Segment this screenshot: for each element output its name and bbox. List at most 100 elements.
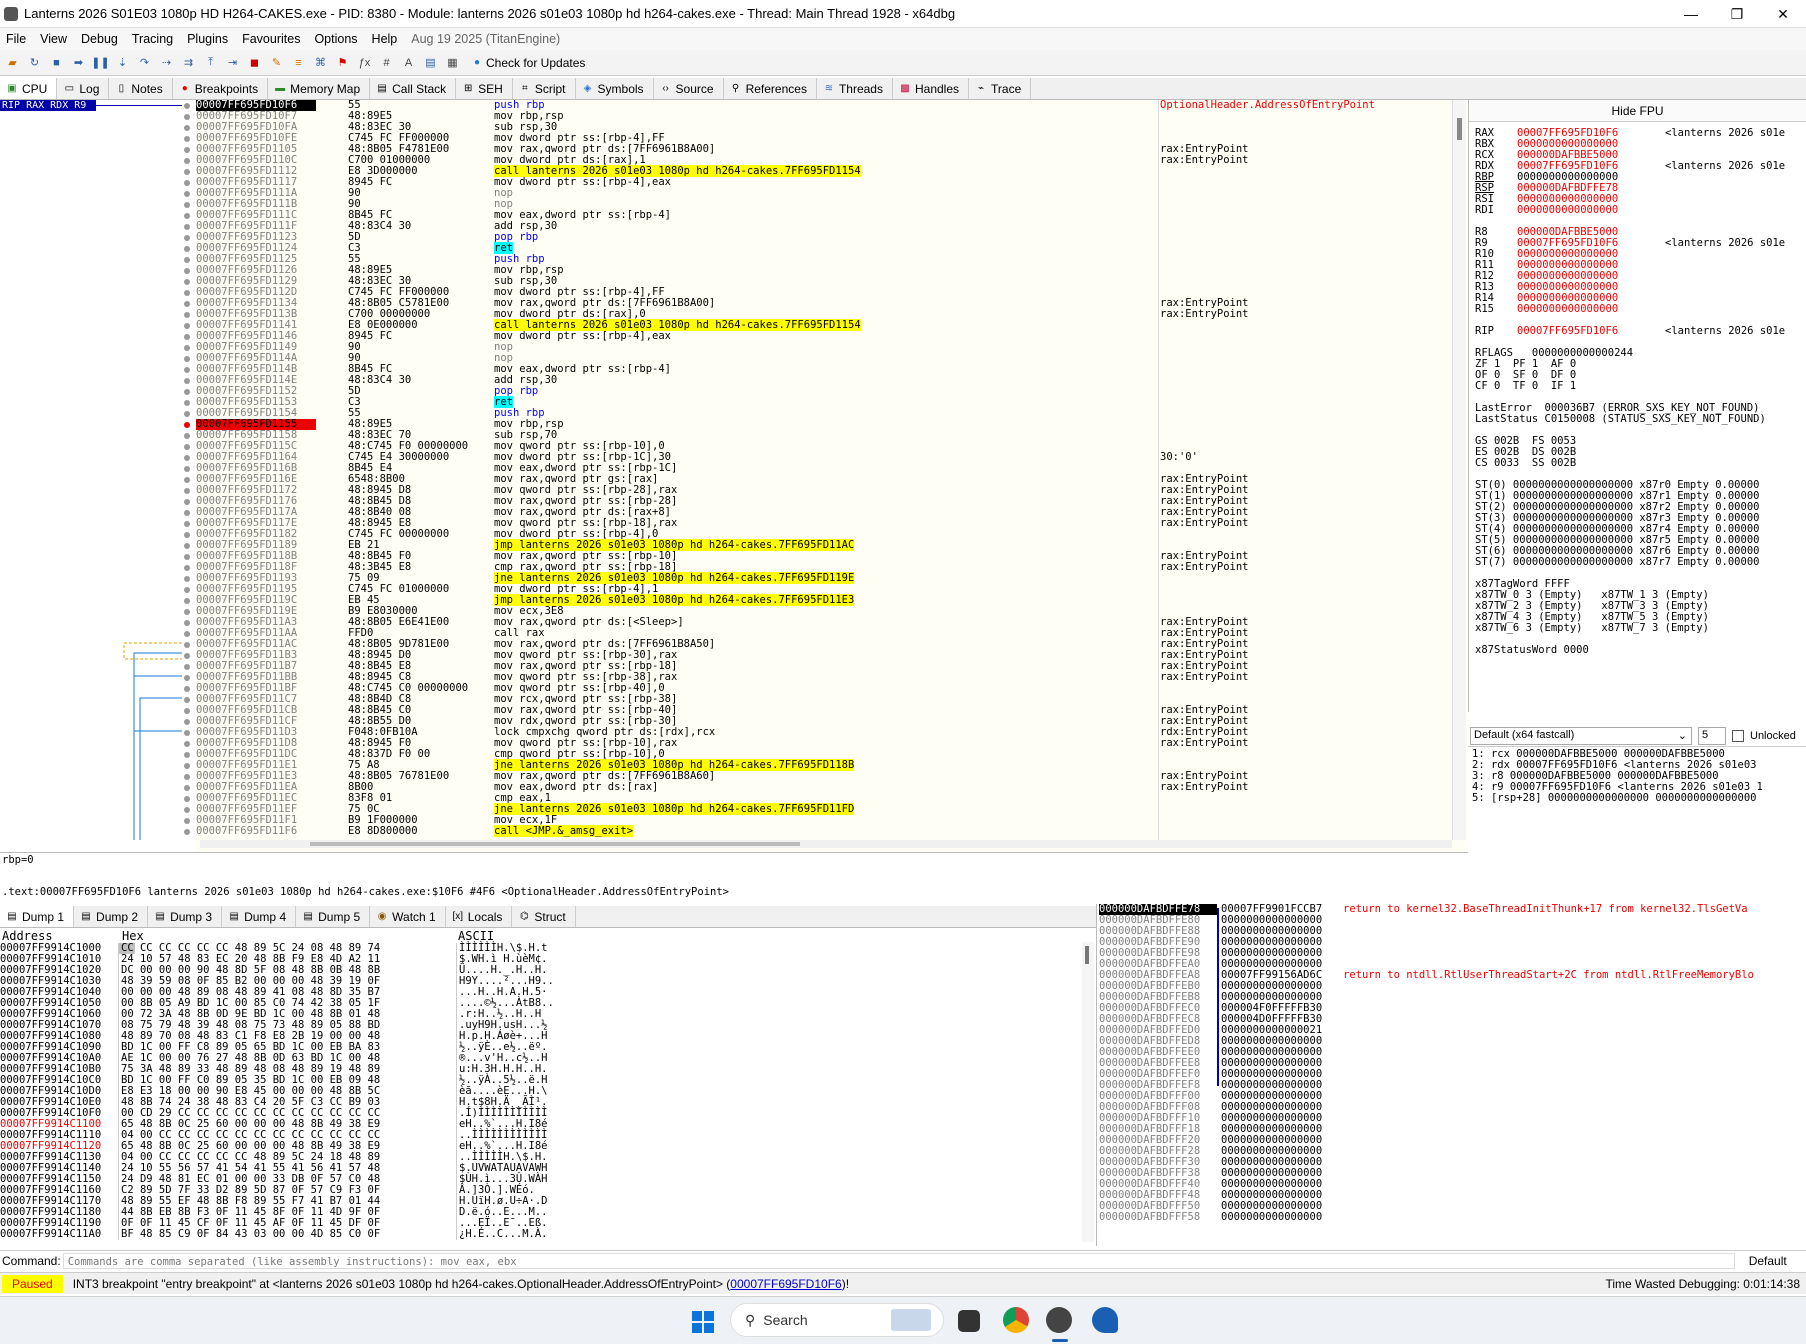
disasm-row[interactable]: mov rbp,rsp <box>494 111 1158 122</box>
tab-cpu[interactable]: ▣ CPU <box>0 78 58 99</box>
disasm-row[interactable]: ret <box>494 396 1158 408</box>
breakpoint-toggle[interactable] <box>184 652 190 659</box>
breakpoint-toggle[interactable] <box>184 399 190 406</box>
unlocked-checkbox[interactable] <box>1732 730 1744 742</box>
disasm-row[interactable]: add rsp,30 <box>494 221 1158 232</box>
tab-references[interactable]: ⚲ References <box>724 78 817 99</box>
trace-into-icon[interactable]: ⇢ <box>157 53 176 72</box>
taskbar-search[interactable]: ⚲ Search <box>730 1303 944 1337</box>
breakpoint-toggle[interactable] <box>184 806 190 813</box>
breakpoint-toggle[interactable] <box>184 773 190 780</box>
disasm-row[interactable]: mov rbp,rsp <box>494 265 1158 276</box>
calling-convention-select[interactable]: Default (x64 fastcall) ⌄ <box>1470 727 1692 745</box>
breakpoint-toggle[interactable] <box>184 454 190 461</box>
breakpoint-toggle[interactable] <box>184 509 190 516</box>
tab-locals[interactable]: [x] Locals <box>446 906 513 927</box>
patch-icon[interactable]: ✎ <box>267 53 286 72</box>
tab-dump-4[interactable]: ▤ Dump 4 <box>222 906 297 927</box>
breakpoint-toggle[interactable] <box>184 674 190 681</box>
breakpoint-toggle[interactable] <box>184 168 190 175</box>
open-icon[interactable]: ▰ <box>3 53 22 72</box>
tab-dump-3[interactable]: ▤ Dump 3 <box>148 906 223 927</box>
stack-address[interactable]: 000000DAFBDFFF58 <box>1099 1212 1217 1223</box>
run-to-user-code-icon[interactable]: ⇥ <box>223 53 242 72</box>
breakpoint-toggle[interactable] <box>184 729 190 736</box>
disasm-row[interactable]: mov eax,dword ptr ss:[rbp-4] <box>494 210 1158 221</box>
disasm-row[interactable]: ret <box>494 242 1158 254</box>
calculator-icon[interactable]: ▤ <box>421 53 440 72</box>
breakpoint-toggle[interactable] <box>184 113 190 120</box>
disasm-row[interactable]: nop <box>494 342 1158 353</box>
hash-icon[interactable]: # <box>377 53 396 72</box>
breakpoint-toggle[interactable] <box>184 124 190 131</box>
register-value[interactable]: 0000000000000000 <box>1517 205 1665 216</box>
command-input[interactable]: Commands are comma separated (like assem… <box>62 1252 1735 1269</box>
labels-icon[interactable]: ⌘ <box>311 53 330 72</box>
disasm-address[interactable]: 00007FF695FD11F6 <box>196 826 316 837</box>
comments-icon[interactable]: ≡ <box>289 53 308 72</box>
breakpoint-toggle[interactable] <box>184 520 190 527</box>
disasm-row[interactable]: push rbp <box>494 100 1158 111</box>
disassembly-vscrollbar[interactable] <box>1452 100 1466 840</box>
breakpoint-toggle[interactable] <box>184 707 190 714</box>
breakpoint-toggle[interactable] <box>184 784 190 791</box>
vscroll-thumb[interactable] <box>1085 946 1089 964</box>
tab-call-stack[interactable]: ▤ Call Stack <box>370 78 457 99</box>
disassembly-view[interactable]: RIP RAX RDX R9 00007FF695FD10F6 00007FF69… <box>0 100 1468 852</box>
breakpoint-toggle[interactable] <box>184 300 190 307</box>
register-row[interactable]: R15 0000000000000000 <box>1475 304 1806 315</box>
tab-notes[interactable]: ▯ Notes <box>109 78 173 99</box>
dump-hex-bytes[interactable]: BF 48 85 C9 0F 84 43 03 00 00 4D 85 C0 0… <box>119 1229 458 1240</box>
function-icon[interactable]: ƒx <box>355 53 374 72</box>
tab-script[interactable]: ⌗ Script <box>513 78 576 99</box>
dump-address[interactable]: 00007FF9914C11A0 <box>0 1229 118 1240</box>
breakpoint-toggle[interactable] <box>184 828 190 835</box>
breakpoint-toggle[interactable] <box>184 377 190 384</box>
breakpoint-toggle[interactable] <box>184 762 190 769</box>
dump-vscrollbar[interactable] <box>1082 942 1094 1242</box>
disasm-row[interactable]: nop <box>494 188 1158 199</box>
entry-address-link[interactable]: 00007FF695FD10F6 <box>730 1277 841 1291</box>
breakpoint-toggle[interactable] <box>184 432 190 439</box>
breakpoint-toggle[interactable] <box>184 388 190 395</box>
breakpoint-toggle[interactable] <box>184 256 190 263</box>
disasm-row[interactable]: mov dword ptr ss:[rbp-4],eax <box>494 177 1158 188</box>
tab-handles[interactable]: ▩ Handles <box>893 78 970 99</box>
breakpoint-column[interactable] <box>182 100 190 835</box>
register-value[interactable]: 00007FF695FD10F6 <box>1517 326 1665 337</box>
breakpoint-toggle[interactable] <box>184 630 190 637</box>
breakpoint-toggle[interactable] <box>184 311 190 318</box>
trace-over-icon[interactable]: ⇉ <box>179 53 198 72</box>
breakpoint-toggle[interactable] <box>184 487 190 494</box>
vscroll-thumb[interactable] <box>1457 118 1462 140</box>
breakpoint-toggle[interactable] <box>184 498 190 505</box>
breakpoint-toggle[interactable] <box>184 245 190 252</box>
breakpoint-toggle[interactable] <box>184 234 190 241</box>
execute-till-return-icon[interactable]: ⤒ <box>201 53 220 72</box>
breakpoint-toggle[interactable] <box>184 102 190 109</box>
step-into-icon[interactable]: ⇣ <box>113 53 132 72</box>
tab-memory-map[interactable]: ▬ Memory Map <box>268 78 371 99</box>
tab-struct[interactable]: ⌬ Struct <box>512 906 576 927</box>
breakpoint-toggle[interactable] <box>184 751 190 758</box>
menu-favourites[interactable]: Favourites <box>242 32 300 46</box>
breakpoint-toggle[interactable] <box>184 322 190 329</box>
restart-icon[interactable]: ↻ <box>25 53 44 72</box>
pause-icon[interactable]: ❚❚ <box>91 53 110 72</box>
settings-icon[interactable]: ▦ <box>443 53 462 72</box>
tab-dump-2[interactable]: ▤ Dump 2 <box>74 906 149 927</box>
close-button[interactable]: ✕ <box>1760 0 1806 28</box>
disasm-row[interactable]: mov rbp,rsp <box>494 419 1158 430</box>
disasm-row[interactable]: add rsp,30 <box>494 375 1158 386</box>
breakpoint-toggle[interactable] <box>184 410 190 417</box>
breakpoint-toggle[interactable] <box>184 355 190 362</box>
menu-help[interactable]: Help <box>372 32 398 46</box>
x64dbg-taskbar-icon[interactable] <box>1046 1307 1072 1333</box>
windows-start-icon[interactable] <box>692 1311 714 1333</box>
tab-symbols[interactable]: ◈ Symbols <box>576 78 654 99</box>
tab-trace[interactable]: ⌁ Trace <box>969 78 1032 99</box>
tab-breakpoints[interactable]: ● Breakpoints <box>173 78 269 99</box>
stack-view[interactable]: 000000DAFBDFFE78 000000DAFBDFFE80 000000DA… <box>1096 904 1806 1246</box>
disasm-row[interactable]: pop rbp <box>494 386 1158 397</box>
disasm-row[interactable]: call <JMP.&_amsg_exit> <box>494 825 1158 837</box>
